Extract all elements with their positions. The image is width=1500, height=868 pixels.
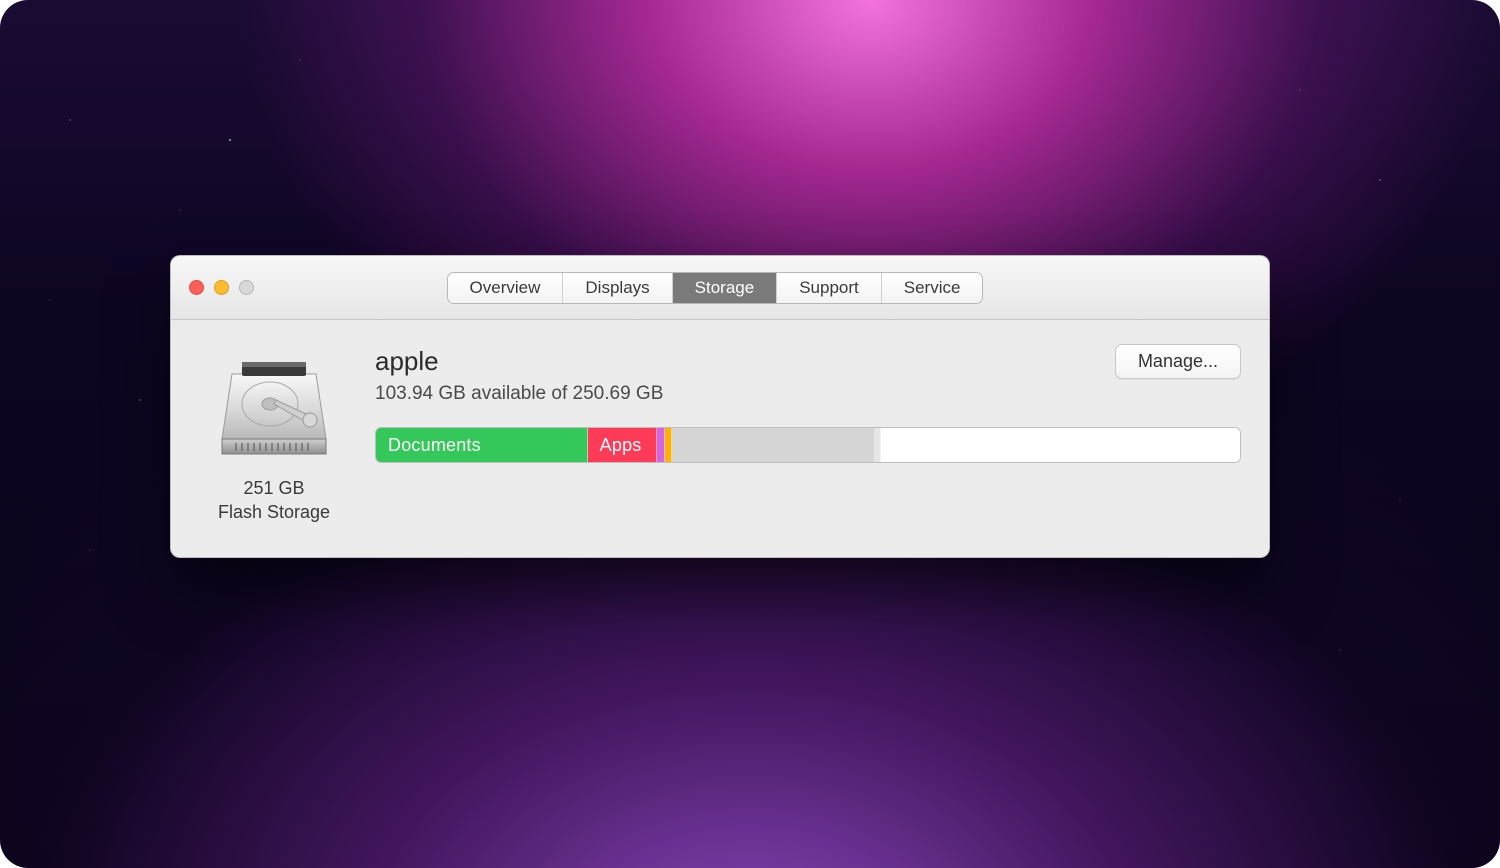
storage-seg-apps[interactable]: Apps xyxy=(588,428,657,462)
tab-service[interactable]: Service xyxy=(882,273,983,303)
about-this-mac-window: Overview Displays Storage Support Servic… xyxy=(170,255,1270,558)
tab-support[interactable]: Support xyxy=(777,273,882,303)
minimize-button[interactable] xyxy=(214,280,229,295)
window-body: 251 GB Flash Storage apple 103.94 GB ava… xyxy=(171,320,1269,557)
storage-seg-orange[interactable] xyxy=(665,428,672,462)
drive-column: 251 GB Flash Storage xyxy=(199,344,349,525)
storage-bar: Documents Apps xyxy=(375,427,1241,463)
tab-bar: Overview Displays Storage Support Servic… xyxy=(447,272,984,304)
drive-caption: 251 GB Flash Storage xyxy=(218,476,330,525)
storage-main: apple 103.94 GB available of 250.69 GB M… xyxy=(375,344,1241,463)
disk-name: apple xyxy=(375,346,663,377)
desktop-wallpaper: Overview Displays Storage Support Servic… xyxy=(0,0,1500,868)
tab-displays[interactable]: Displays xyxy=(563,273,672,303)
drive-capacity-label: 251 GB xyxy=(218,476,330,500)
tab-overview[interactable]: Overview xyxy=(448,273,564,303)
storage-seg-free xyxy=(881,428,1240,462)
manage-button[interactable]: Manage... xyxy=(1115,344,1241,379)
storage-seg-purple[interactable] xyxy=(657,428,666,462)
storage-seg-documents[interactable]: Documents xyxy=(376,428,588,462)
hard-drive-icon xyxy=(214,344,334,464)
window-titlebar: Overview Displays Storage Support Servic… xyxy=(171,256,1269,320)
close-button[interactable] xyxy=(189,280,204,295)
zoom-button[interactable] xyxy=(239,280,254,295)
storage-seg-system[interactable] xyxy=(672,428,875,462)
disk-available-label: 103.94 GB available of 250.69 GB xyxy=(375,383,663,405)
tab-storage[interactable]: Storage xyxy=(673,273,778,303)
window-controls xyxy=(189,280,254,295)
drive-type-label: Flash Storage xyxy=(218,500,330,524)
